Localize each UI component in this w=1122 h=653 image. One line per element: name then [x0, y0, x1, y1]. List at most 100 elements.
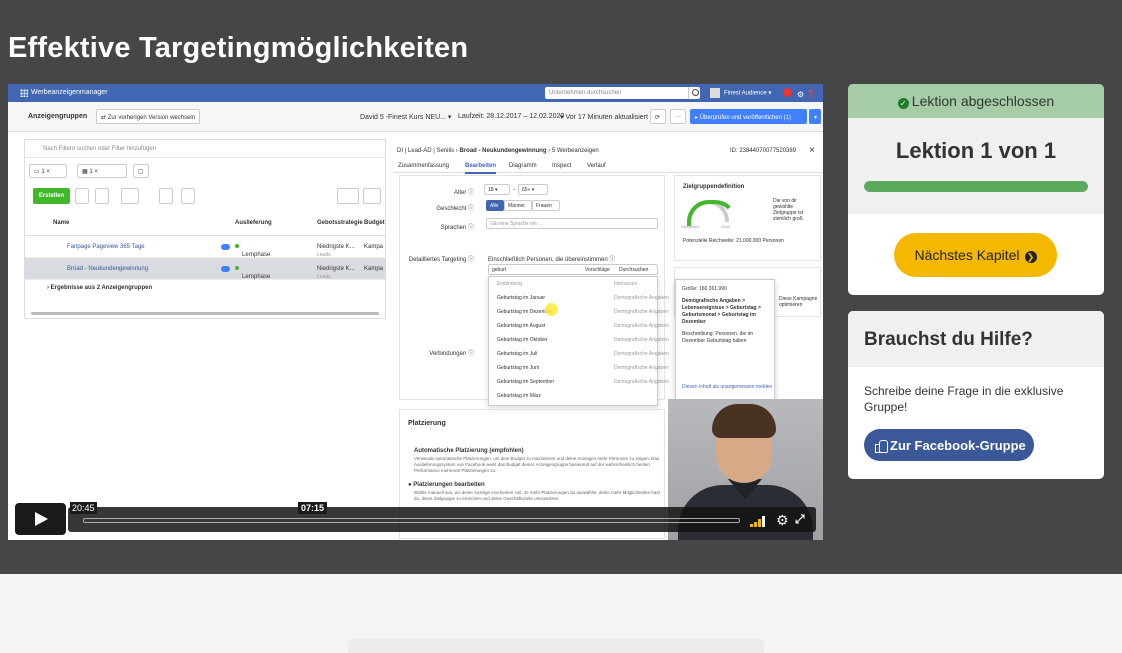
video-total-time: 20:45: [70, 502, 97, 514]
dropdown-header: Einbindung: [497, 281, 523, 287]
fb-switch-version-button: ⇄ Zur vorherigen Version wechseln: [96, 109, 201, 124]
fb-targeting-label-text: Detailliertes Targeting: [408, 257, 467, 263]
fb-ad-id: ID: 23844070077520389: [730, 148, 797, 154]
thumbs-up-icon: [875, 440, 888, 453]
fb-connections-label-text: Verbindungen: [429, 351, 467, 357]
fb-connections-label: Verbindungen ⓘ: [429, 351, 474, 357]
fb-row-name: Fanpage Pageview 365 Tage: [67, 244, 145, 250]
fb-targeting-input: geburt Vorschläge Durchsuchen: [488, 264, 658, 275]
fb-gender-men: Männer: [504, 200, 532, 211]
fb-col-budget: Budget: [364, 220, 385, 226]
fb-rules-tool: [181, 188, 195, 204]
fb-scrollbar: [31, 312, 379, 315]
search-icon: [688, 87, 700, 99]
tooltip-demo: Demografische Angaben > Lebensereignisse…: [682, 298, 761, 325]
help-card-title: Brauchst du Hilfe?: [864, 329, 1033, 350]
fb-gender-women: Frauen: [532, 200, 560, 211]
apps-grid-icon: [20, 89, 28, 97]
fb-audience-definition: Zielgruppendefinition Spezifisch Groß Di…: [674, 175, 821, 261]
fb-refresh-button: ⟳: [650, 109, 666, 124]
fb-row-delivery: Lernphase: [235, 244, 270, 258]
fb-updated: ▾ Vor 17 Minuten aktualisiert: [560, 114, 648, 121]
list-item: Geburtstag im Juli: [497, 351, 538, 357]
fb-adsets-panel: Nach Filtern suchen oder Filter hinzufüg…: [24, 139, 386, 319]
fb-breadcrumb-tail: 5 Werbeanzeigen: [551, 148, 599, 154]
fb-row-delivery-text: Lernphase: [242, 274, 271, 280]
fb-age-to-value: 65+: [522, 187, 531, 193]
video-player[interactable]: Werbeanzeigenmanager Unternehmen durchsu…: [8, 84, 823, 540]
fb-app-name: Werbeanzeigenmanager: [31, 89, 108, 96]
volume-icon[interactable]: [750, 515, 770, 527]
fb-language-input: Gib eine Sprache ein ...: [486, 218, 658, 229]
fb-row-budget: Kampa: [364, 266, 384, 272]
fb-header-icons: ⚙ ❓: [783, 88, 816, 99]
content-box-placeholder: [348, 639, 764, 653]
fb-age-label: Alter ⓘ: [453, 190, 474, 196]
table-row: Fanpage Pageview 365 Tage Lernphase Nied…: [25, 236, 385, 258]
facebook-group-button[interactable]: Zur Facebook-Gruppe: [864, 429, 1034, 461]
gauge-right-label: Groß: [721, 224, 731, 229]
fb-age-label-text: Alter: [453, 190, 467, 196]
presenter-hair: [712, 404, 776, 438]
fb-targeting-hint-text: Einschließlich Personen, die übereinstim…: [488, 257, 608, 263]
fb-more-button: ···: [670, 109, 686, 124]
fb-targeting-label: Detailliertes Targeting ⓘ: [408, 257, 474, 263]
fb-row-bid: Niedrigste K...: [317, 244, 355, 250]
fb-tab-campaigns: ▭ 1 ×: [29, 164, 67, 178]
next-chapter-button[interactable]: Nächstes Kapitel ❯: [894, 233, 1057, 277]
fb-placement-edit-text-body: Wähle manuell aus, wo deine Anzeige ersc…: [414, 490, 660, 501]
list-item-category: Demografische Angaben: [614, 379, 669, 385]
settings-gear-icon[interactable]: ⚙: [776, 512, 789, 529]
facebook-group-label: Zur Facebook-Gruppe: [890, 438, 1026, 453]
fb-language-label: Sprachen ⓘ: [440, 225, 474, 231]
fb-col-delivery: Auslieferung: [235, 220, 272, 226]
cursor-highlight: [545, 303, 558, 316]
fb-publish-dropdown: ▾: [809, 109, 821, 124]
fb-targeting-form: Alter ⓘ 18 ▾ - 65+ ▾ Geschlecht ⓘ Alle M…: [399, 175, 669, 406]
fb-tab-chart: Diagramm: [509, 163, 537, 169]
fb-row-toggle: [221, 244, 230, 250]
fb-placement-edit-text: Platzierungen bearbeiten: [413, 482, 485, 488]
check-circle-icon: ✓: [897, 98, 909, 109]
fb-targeting-tooltip: Größe: 160.361.990 Demografische Angaben…: [675, 279, 775, 401]
page-title: Effektive Targetingmöglichkeiten: [8, 32, 469, 64]
fb-publish-button: ▸ Überprüfen und veröffentlichen (1): [690, 109, 807, 124]
list-item: Geburtstag im August: [497, 323, 546, 329]
list-item: Geburtstag im Oktober: [497, 337, 548, 343]
video-seek-bar[interactable]: [83, 518, 740, 523]
gauge-icon: [687, 200, 737, 226]
fb-age-to: 65+ ▾: [518, 184, 548, 195]
fb-tab-adsets: ▦ 1 ×: [77, 164, 127, 178]
fb-breadcrumb-start: DI | Lead-AD | Senilis: [397, 148, 455, 154]
account-avatar: [710, 88, 720, 98]
play-button[interactable]: [15, 503, 66, 535]
tooltip-desc: Beschreibung: Personen, die im Dezember …: [682, 331, 753, 344]
fb-create-button: Erstellen: [33, 188, 70, 204]
dropdown-header-cat: Interessen: [614, 281, 638, 287]
arrow-right-circle-icon: ❯: [1024, 251, 1037, 263]
next-chapter-label: Nächstes Kapitel: [914, 247, 1020, 263]
fb-breadcrumb-current: Broad - Neukundengewinnung: [459, 148, 547, 154]
fb-targeting-query: geburt: [492, 267, 507, 273]
list-item: Geburtstag im Januar: [497, 295, 546, 301]
gauge-left-label: Spezifisch: [681, 224, 700, 229]
fb-section-title: Anzeigengruppen: [28, 113, 88, 120]
fb-tab-ads: ▢: [133, 164, 149, 178]
fb-row-name: Broad - Neukundengewinnung: [67, 266, 149, 272]
fb-age-from-value: 18: [488, 187, 494, 193]
fb-tab-inspect: Inspect: [552, 163, 572, 169]
lesson-progress-fill: [864, 181, 1088, 192]
fb-row-bid-sub: Leads: [317, 274, 331, 280]
fb-language-label-text: Sprachen: [440, 225, 467, 231]
fb-placement-auto-text: Verwende automatische Platzierungen, um …: [414, 456, 660, 473]
video-controls-bar: [68, 507, 816, 532]
fb-switch-version-label: Zur vorherigen Version wechseln: [107, 115, 196, 121]
fb-browse-tab: Durchsuchen: [619, 267, 649, 273]
fb-breadcrumb: DI | Lead-AD | Senilis › Broad - Neukund…: [397, 148, 599, 154]
fb-test-tool: [159, 188, 173, 204]
fb-toolbar: Anzeigengruppen ⇄ Zur vorherigen Version…: [8, 102, 823, 132]
fb-editor-tabs: Zusammenfassung Bearbeiten Diagramm Insp…: [393, 157, 823, 174]
fullscreen-icon[interactable]: ⤢: [795, 512, 805, 527]
list-item-category: Demografische Angaben: [614, 295, 669, 301]
list-item-category: Demografische Angaben: [614, 365, 669, 371]
